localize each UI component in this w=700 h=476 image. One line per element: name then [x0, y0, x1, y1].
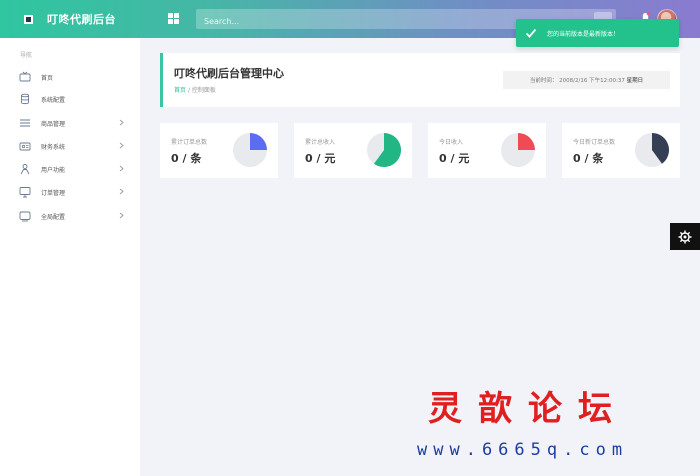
stat-pie-chart [635, 133, 669, 167]
stat-card-today-orders: 今日新订单总数 0 / 条 [562, 123, 680, 178]
current-time-box: 当前时间： 2008/2/16 下午12:00:37 星期日 [503, 71, 670, 89]
sidebar-item-users[interactable]: 用户功能 [0, 158, 140, 180]
sidebar-item-label: 财务系统 [41, 143, 66, 151]
list-icon [20, 119, 30, 127]
time-label: 当前时间： [529, 78, 558, 84]
chevron-right-icon [119, 165, 124, 172]
page-title: 叮咚代刷后台管理中心 [174, 67, 284, 80]
apps-grid-icon[interactable] [168, 13, 179, 24]
stat-value: 0 / 元 [439, 152, 470, 165]
gear-icon [678, 230, 692, 243]
page-header-card: 叮咚代刷后台管理中心 首页 / 控制面板 当前时间： 2008/2/16 下午1… [160, 53, 680, 107]
stat-card-total-income: 累计总收入 0 / 元 [294, 123, 412, 178]
chevron-right-icon [119, 188, 124, 195]
time-value: 2008/2/16 下午12:00:37 [559, 78, 625, 84]
stat-value: 0 / 条 [573, 152, 604, 165]
stat-card-total-orders: 累计订单总数 0 / 条 [160, 123, 278, 178]
sidebar-item-home[interactable]: 首页 [0, 66, 140, 88]
monitor-icon [19, 187, 31, 198]
breadcrumb: 首页 / 控制面板 [174, 85, 216, 94]
sidebar-item-label: 商品管理 [41, 120, 66, 128]
sidebar-item-label: 系统配置 [41, 96, 66, 104]
stat-label: 累计总收入 [305, 139, 336, 146]
sidebar-item-label: 首页 [41, 74, 54, 82]
sidebar-item-label: 用户功能 [41, 166, 66, 174]
chevron-right-icon [119, 119, 124, 126]
brand-title: 叮咚代刷后台 [47, 13, 116, 26]
weekday-value: 星期日 [626, 78, 644, 84]
success-toast[interactable]: 您的当前版本是最新版本！ [516, 19, 679, 47]
sidebar-item-finance[interactable]: 财务系统 [0, 135, 140, 157]
check-icon [525, 28, 537, 38]
watermark-url: www.6665q.com [417, 440, 629, 460]
watermark-title: 灵歆论坛 [428, 389, 628, 429]
pie-slice [250, 133, 267, 150]
breadcrumb-home-link[interactable]: 首页 [174, 87, 186, 94]
stat-pie-chart [367, 133, 401, 167]
stat-label: 累计订单总数 [171, 139, 208, 146]
sidebar-item-orders[interactable]: 订单管理 [0, 181, 140, 203]
card-icon [19, 142, 31, 151]
sidebar-section-label: 导航 [20, 52, 33, 59]
sidebar: 导航 首页 系统配置 商品管理 财务系统 用户功能 订单管理 全局配置 [0, 38, 140, 476]
sidebar-item-products[interactable]: 商品管理 [0, 112, 140, 134]
sidebar-item-label: 全局配置 [41, 213, 66, 221]
screen-icon [19, 211, 31, 222]
chevron-right-icon [119, 142, 124, 149]
stat-label: 今日收入 [439, 139, 464, 146]
breadcrumb-separator: / [187, 87, 190, 94]
pie-slice [518, 133, 535, 150]
sidebar-item-global-config[interactable]: 全局配置 [0, 205, 140, 227]
user-icon [20, 164, 30, 175]
stat-pie-chart [501, 133, 535, 167]
tv-icon [19, 71, 31, 82]
sidebar-item-label: 订单管理 [41, 189, 66, 197]
stat-label: 今日新订单总数 [573, 139, 616, 146]
stat-card-today-income: 今日收入 0 / 元 [428, 123, 546, 178]
database-icon [21, 93, 29, 105]
breadcrumb-current: 控制面板 [191, 87, 216, 94]
chevron-right-icon [119, 212, 124, 219]
sidebar-item-system-config[interactable]: 系统配置 [0, 88, 140, 110]
brand[interactable]: 叮咚代刷后台 [0, 0, 140, 38]
brand-logo-icon [24, 14, 33, 24]
stat-value: 0 / 元 [305, 152, 336, 165]
toast-message: 您的当前版本是最新版本！ [547, 30, 620, 38]
stat-pie-chart [233, 133, 267, 167]
theme-settings-button[interactable] [670, 223, 700, 250]
stat-value: 0 / 条 [171, 152, 202, 165]
